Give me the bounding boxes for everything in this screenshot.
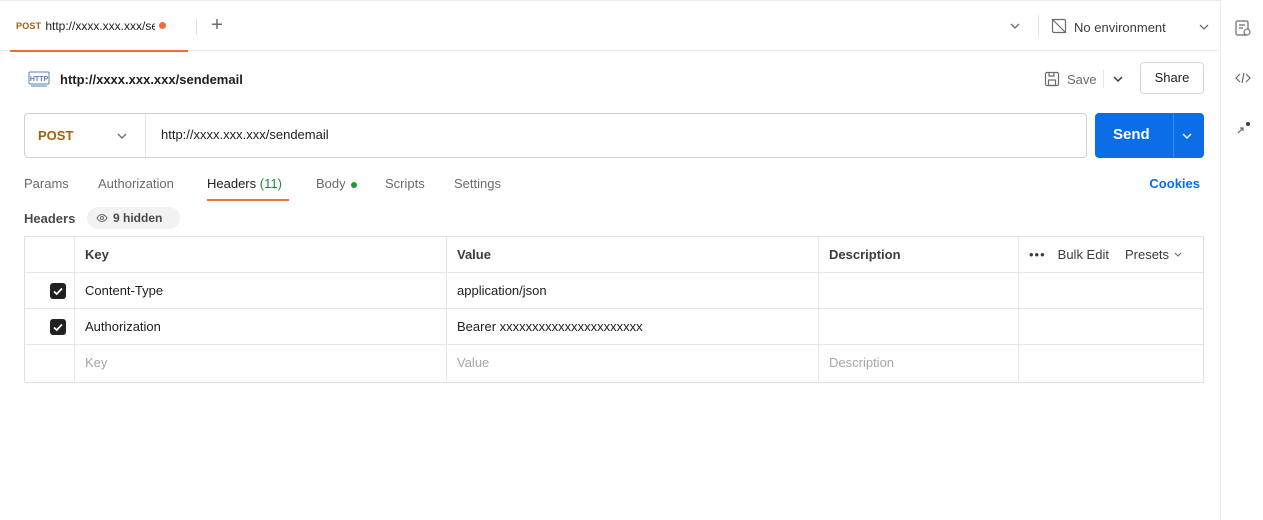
hidden-headers-toggle[interactable]: 9 hidden: [87, 207, 180, 229]
column-header-description: Description: [819, 237, 1019, 273]
active-tab-indicator: [207, 199, 289, 201]
key-cell[interactable]: Authorization: [75, 309, 447, 345]
chevron-down-icon: [1195, 18, 1213, 39]
http-icon: HTTP: [28, 70, 50, 87]
environment-selector[interactable]: No environment: [1050, 15, 1215, 39]
bulk-edit-button[interactable]: Bulk Edit: [1058, 237, 1109, 273]
tab-settings[interactable]: Settings: [454, 176, 501, 191]
method-label: POST: [38, 128, 74, 143]
no-environment-icon: [1050, 17, 1068, 38]
url-bar: POST http://xxxx.xxx.xxx/sendemail: [24, 113, 1087, 158]
description-cell[interactable]: [819, 273, 1019, 309]
tab-headers-label: Headers: [207, 176, 257, 191]
description-cell[interactable]: [819, 309, 1019, 345]
environment-quick-look-icon[interactable]: [1233, 18, 1253, 38]
row-checkbox-cell: [25, 309, 75, 345]
table-row: Authorization Bearer xxxxxxxxxxxxxxxxxxx…: [25, 309, 1203, 345]
presets-dropdown[interactable]: Presets: [1125, 237, 1183, 273]
request-subtabs: Params Authorization Headers (11) Body S…: [24, 174, 1204, 204]
tabs-dropdown-chevron-icon[interactable]: [1006, 17, 1024, 35]
presets-label: Presets: [1124, 247, 1170, 262]
save-button[interactable]: Save: [1043, 66, 1097, 92]
column-header-key: Key: [75, 237, 447, 273]
chevron-down-icon: [1174, 252, 1182, 257]
eye-icon: [96, 213, 108, 223]
tab-params[interactable]: Params: [24, 176, 69, 191]
description-input[interactable]: Description: [819, 345, 1019, 381]
table-row-new: Key Value Description: [25, 345, 1203, 381]
environment-label: No environment: [1074, 19, 1166, 35]
send-options-chevron-icon[interactable]: [1180, 129, 1194, 146]
row-checkbox-cell: [25, 273, 75, 309]
body-indicator-dot: [350, 181, 357, 188]
method-selector[interactable]: POST: [25, 114, 146, 157]
row-checkbox[interactable]: [50, 283, 66, 299]
row-checkbox[interactable]: [50, 319, 66, 335]
share-button[interactable]: Share: [1140, 62, 1204, 94]
actions-cell: [1019, 309, 1203, 345]
tab-scripts[interactable]: Scripts: [385, 176, 425, 191]
row-checkbox-cell: [25, 345, 75, 381]
actions-cell: [1019, 273, 1203, 309]
send-button[interactable]: Send: [1095, 113, 1204, 158]
right-sidebar: [1220, 0, 1263, 520]
more-options-icon[interactable]: •••: [1029, 237, 1046, 273]
cookies-link[interactable]: Cookies: [1149, 176, 1200, 191]
headers-count: (11): [259, 176, 282, 191]
column-header-value: Value: [447, 237, 819, 273]
save-options-chevron-icon[interactable]: [1110, 71, 1126, 90]
value-cell[interactable]: application/json: [447, 273, 819, 309]
actions-cell: [1019, 345, 1203, 381]
tab-headers[interactable]: Headers (11): [207, 176, 282, 191]
tab-body-label: Body: [316, 176, 346, 191]
request-header: HTTP http://xxxx.xxx.xxx/sendemail Save …: [24, 62, 1204, 96]
tab-bar: POST http://xxxx.xxx.xxx/ser + No enviro…: [0, 0, 1220, 52]
divider: [1038, 15, 1039, 37]
headers-table: Key Value Description ••• Bulk Edit Pres…: [24, 236, 1204, 383]
key-input[interactable]: Key: [75, 345, 447, 381]
tab-body[interactable]: Body: [316, 176, 357, 191]
table-row: Content-Type application/json: [25, 273, 1203, 309]
unsaved-dot: [159, 22, 167, 29]
request-tab[interactable]: POST http://xxxx.xxx.xxx/ser: [10, 1, 188, 52]
new-tab-button[interactable]: +: [206, 15, 228, 37]
checkmark-icon: [53, 323, 63, 332]
value-input[interactable]: Value: [447, 345, 819, 381]
svg-text:HTTP: HTTP: [30, 76, 49, 83]
checkmark-icon: [53, 287, 63, 296]
key-cell[interactable]: Content-Type: [75, 273, 447, 309]
save-icon: [1044, 71, 1060, 87]
url-input[interactable]: http://xxxx.xxx.xxx/sendemail: [161, 127, 329, 142]
tab-method: POST: [16, 20, 42, 31]
divider: [1173, 113, 1174, 158]
tab-divider: [196, 19, 197, 35]
divider: [1103, 70, 1104, 88]
table-actions: ••• Bulk Edit Presets: [1019, 237, 1203, 273]
save-label: Save: [1067, 71, 1097, 87]
request-title[interactable]: http://xxxx.xxx.xxx/sendemail: [60, 72, 243, 87]
table-header-row: Key Value Description ••• Bulk Edit Pres…: [25, 237, 1203, 273]
send-label: Send: [1113, 126, 1150, 143]
tab-url: http://xxxx.xxx.xxx/ser: [45, 18, 156, 33]
headers-label: Headers: [24, 211, 76, 226]
value-cell[interactable]: Bearer xxxxxxxxxxxxxxxxxxxxxx: [447, 309, 819, 345]
hidden-headers-label: 9 hidden: [113, 211, 163, 225]
code-icon[interactable]: [1233, 68, 1253, 88]
chevron-down-icon: [115, 129, 129, 146]
related-collections-icon[interactable]: [1233, 120, 1253, 140]
select-column-header: [25, 237, 75, 273]
tab-authorization[interactable]: Authorization: [98, 176, 174, 191]
